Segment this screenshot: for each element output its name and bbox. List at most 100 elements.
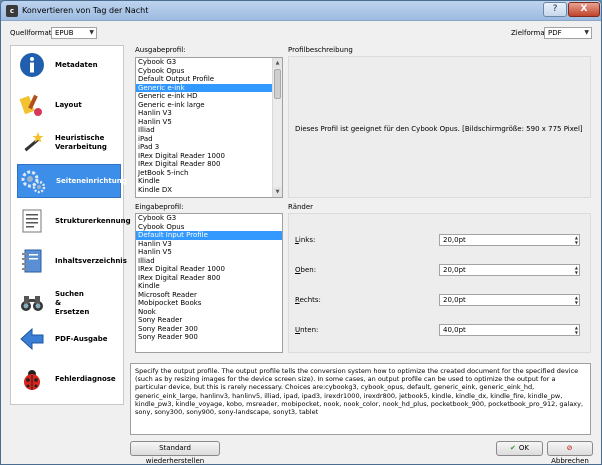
margins-label: Ränder	[288, 203, 314, 211]
margin-top-spinbox[interactable]: 20,0pt ▲ ▼	[439, 264, 580, 276]
list-item[interactable]: Hanlin V5	[136, 248, 282, 257]
margin-bottom-value: 40,0pt	[443, 326, 466, 334]
list-item[interactable]: Illiad	[136, 126, 282, 135]
margin-right-value: 20,0pt	[443, 296, 466, 304]
ladybug-icon	[19, 366, 45, 392]
list-item[interactable]: Default Input Profile	[136, 231, 282, 240]
output-profile-label: Ausgabeprofil:	[135, 46, 186, 54]
sidebar-item-metadaten[interactable]: Metadaten	[17, 48, 121, 82]
list-item[interactable]: Illiad	[136, 257, 282, 266]
spin-arrows-icon[interactable]: ▲ ▼	[575, 325, 578, 335]
info-icon	[19, 52, 45, 78]
calibre-app-icon: c	[6, 5, 18, 17]
list-item[interactable]: Hanlin V3	[136, 240, 282, 249]
notebook-icon	[19, 248, 45, 274]
margin-right-spinbox[interactable]: 20,0pt ▲ ▼	[439, 294, 580, 306]
sidebar-item-debug[interactable]: Fehlerdiagnose	[17, 362, 121, 396]
list-item[interactable]: IRex Digital Reader 1000	[136, 265, 282, 274]
source-format-value: EPUB	[55, 29, 74, 37]
close-button[interactable]: X	[568, 2, 600, 17]
scroll-down-icon[interactable]: ▼	[273, 187, 282, 197]
list-item[interactable]: Cybook Opus	[136, 223, 282, 232]
ok-button[interactable]: ✔ OK	[496, 441, 543, 456]
list-item[interactable]: Cybook Opus	[136, 67, 282, 76]
list-item[interactable]: IRex Digital Reader 1000	[136, 152, 282, 161]
scroll-up-icon[interactable]: ▲	[273, 58, 282, 68]
list-item[interactable]: Sony Reader 300	[136, 325, 282, 334]
help-button[interactable]: ?	[543, 2, 567, 17]
margin-bottom-spinbox[interactable]: 40,0pt ▲ ▼	[439, 324, 580, 336]
target-format-select[interactable]: PDF ▼	[544, 27, 592, 39]
list-item[interactable]: Kindle	[136, 282, 282, 291]
list-item[interactable]: Kindle	[136, 177, 282, 186]
margin-top-value: 20,0pt	[443, 266, 466, 274]
list-item[interactable]: Generic e-ink large	[136, 101, 282, 110]
sidebar-item-search-replace[interactable]: Suchen & Ersetzen	[17, 282, 121, 324]
list-item[interactable]: JetBook 5-inch	[136, 169, 282, 178]
source-format-select[interactable]: EPUB ▼	[51, 27, 97, 39]
help-text: Specify the output profile. The output p…	[130, 363, 591, 435]
input-profile-label: Eingabeprofil:	[135, 203, 184, 211]
sidebar-item-label: Heuristische Verarbeitung	[55, 134, 107, 151]
margin-top-label: Oben:	[295, 266, 317, 274]
list-item[interactable]: Sony Reader	[136, 316, 282, 325]
margin-left-label: Links:	[295, 236, 316, 244]
list-item[interactable]: Mobipocket Books	[136, 299, 282, 308]
list-item[interactable]: Cybook G3	[136, 214, 282, 223]
sidebar-item-label: Seiteneinrichtung	[56, 176, 127, 185]
profile-description-text: Dieses Profil ist geeignet für den Cyboo…	[295, 125, 583, 133]
list-item[interactable]: Nook	[136, 308, 282, 317]
sidebar-item-label: Suchen & Ersetzen	[55, 289, 90, 316]
sidebar-item-label: PDF-Ausgabe	[55, 334, 108, 343]
gears-icon	[20, 168, 46, 194]
cancel-icon: ⊘	[566, 444, 573, 452]
list-item[interactable]: IRex Digital Reader 800	[136, 274, 282, 283]
title-bar: c Konvertieren von Tag der Nacht ? X	[1, 1, 601, 21]
sidebar-item-heuristics[interactable]: Heuristische Verarbeitung	[17, 126, 121, 160]
list-item[interactable]: iPad	[136, 135, 282, 144]
sidebar-item-label: Layout	[55, 100, 82, 109]
list-item[interactable]: Cybook G3	[136, 58, 282, 67]
chevron-down-icon: ▼	[89, 29, 94, 36]
input-profile-items: Cybook G3 Cybook Opus Default Input Profil…	[136, 214, 282, 342]
restore-defaults-button[interactable]: Standard wiederherstellen	[130, 441, 220, 464]
input-profile-list[interactable]: Cybook G3 Cybook Opus Default Input Profil…	[135, 213, 283, 353]
cancel-button[interactable]: ⊘Abbrechen	[547, 441, 593, 464]
output-profile-list[interactable]: Cybook G3 Cybook Opus Default Output Profi…	[135, 57, 283, 198]
convert-dialog: c Konvertieren von Tag der Nacht ? X Que…	[0, 0, 602, 465]
list-item[interactable]: Microsoft Reader	[136, 291, 282, 300]
list-item[interactable]: iPad 3	[136, 143, 282, 152]
list-item[interactable]: IRex Digital Reader 800	[136, 160, 282, 169]
arrow-left-icon	[19, 326, 45, 352]
chevron-down-icon: ▼	[584, 29, 589, 36]
list-item[interactable]: Default Output Profile	[136, 75, 282, 84]
spin-arrows-icon[interactable]: ▲ ▼	[575, 265, 578, 275]
list-item[interactable]: Hanlin V5	[136, 118, 282, 127]
sidebar-item-structure[interactable]: Strukturerkennung	[17, 204, 131, 238]
list-item[interactable]: Generic e-ink HD	[136, 92, 282, 101]
spin-arrows-icon[interactable]: ▲ ▼	[575, 295, 578, 305]
output-profile-items: Cybook G3 Cybook Opus Default Output Profi…	[136, 58, 282, 194]
magic-wand-icon	[19, 130, 45, 156]
output-profile-scrollbar[interactable]: ▲ ▼	[272, 58, 282, 197]
sidebar-item-page-setup[interactable]: Seiteneinrichtung	[17, 164, 127, 198]
sidebar-item-toc[interactable]: Inhaltsverzeichnis	[17, 244, 127, 278]
sidebar-item-layout[interactable]: Layout	[17, 88, 121, 122]
margin-left-spinbox[interactable]: 20,0pt ▲ ▼	[439, 234, 580, 246]
list-item[interactable]: Sony Reader 900	[136, 333, 282, 342]
list-item[interactable]: Generic e-ink	[136, 83, 282, 92]
window-title: Konvertieren von Tag der Nacht	[22, 6, 149, 15]
list-item[interactable]: Kindle DX	[136, 186, 282, 195]
binoculars-icon	[19, 290, 45, 316]
sidebar-item-label: Fehlerdiagnose	[55, 374, 116, 383]
paint-brush-icon	[19, 92, 45, 118]
profile-description-box: Dieses Profil ist geeignet für den Cyboo…	[288, 56, 591, 198]
target-format-value: PDF	[548, 29, 562, 37]
scroll-thumb[interactable]	[274, 69, 281, 99]
margins-box: Links: 20,0pt ▲ ▼ Oben: 20,0pt ▲ ▼ Rechts:…	[288, 213, 591, 353]
spin-arrows-icon[interactable]: ▲ ▼	[575, 235, 578, 245]
document-lines-icon	[19, 208, 45, 234]
sidebar-item-pdf-output[interactable]: PDF-Ausgabe	[17, 322, 121, 356]
check-icon: ✔	[510, 444, 516, 452]
list-item[interactable]: Hanlin V3	[136, 109, 282, 118]
